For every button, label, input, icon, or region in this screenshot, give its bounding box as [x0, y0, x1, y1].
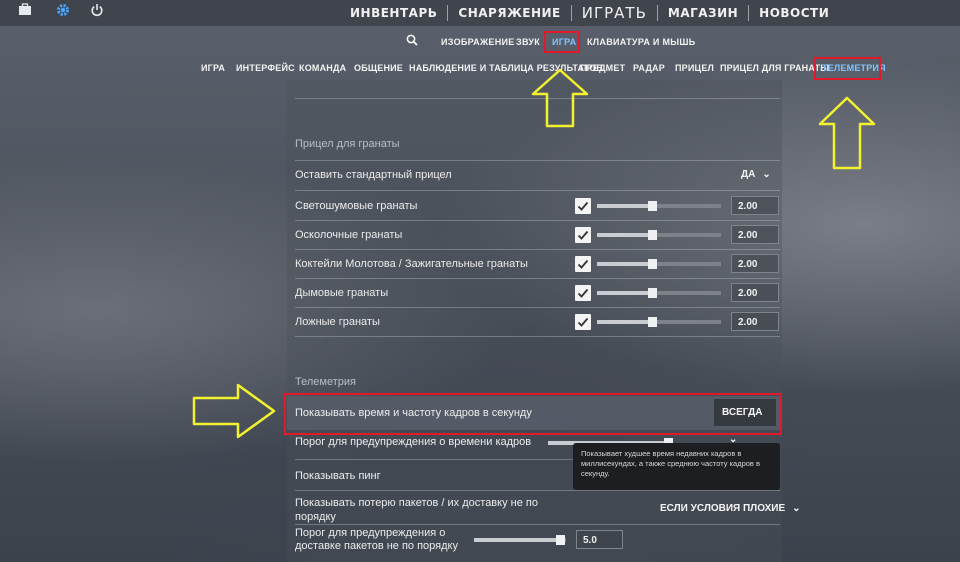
- default-crosshair-dropdown[interactable]: ДА ⌄: [741, 169, 771, 180]
- grenade-row-value[interactable]: 2.00: [731, 254, 779, 273]
- packet-loss-dropdown[interactable]: ЕСЛИ УСЛОВИЯ ПЛОХИЕ ⌄: [660, 503, 801, 514]
- divider: [295, 278, 780, 279]
- divider: [295, 220, 780, 221]
- slider-fill: [597, 204, 648, 208]
- category-interface[interactable]: ИНТЕРФЕЙС: [236, 63, 295, 73]
- slider-thumb[interactable]: [556, 535, 565, 545]
- grenade-row-checkbox[interactable]: [575, 198, 591, 214]
- packet-loss-value: ЕСЛИ УСЛОВИЯ ПЛОХИЕ: [660, 503, 786, 514]
- tab-video[interactable]: ИЗОБРАЖЕНИЕ: [441, 37, 515, 47]
- slider-fill: [474, 538, 562, 542]
- gear-icon[interactable]: [55, 3, 71, 19]
- grenade-row-value[interactable]: 2.00: [731, 196, 779, 215]
- default-crosshair-value: ДА: [741, 169, 756, 180]
- annotation-arrow-right-fps: [192, 383, 276, 439]
- ping-label: Показывать пинг: [295, 470, 381, 482]
- slider-fill: [597, 320, 648, 324]
- category-communication[interactable]: ОБЩЕНИЕ: [354, 63, 403, 73]
- section-title-grenade-crosshair: Прицел для гранаты: [295, 138, 400, 150]
- category-crosshair[interactable]: ПРИЦЕЛ: [675, 63, 714, 73]
- category-radar[interactable]: РАДАР: [633, 63, 665, 73]
- grenade-row-slider[interactable]: [597, 230, 721, 240]
- slider-thumb[interactable]: [648, 288, 657, 298]
- grenade-row-label: Ложные гранаты: [295, 316, 380, 328]
- grenade-row-label: Светошумовые гранаты: [295, 200, 418, 212]
- search-icon[interactable]: [406, 34, 418, 49]
- grenade-row-value[interactable]: 2.00: [731, 312, 779, 331]
- main-nav: ИНВЕНТАРЬ СНАРЯЖЕНИЕ ИГРАТЬ МАГАЗИН НОВО…: [340, 0, 839, 26]
- divider: [295, 336, 780, 337]
- grenade-row-label: Дымовые гранаты: [295, 287, 389, 299]
- chevron-down-icon: ⌄: [792, 503, 801, 514]
- grenade-row-checkbox[interactable]: [575, 314, 591, 330]
- nav-play[interactable]: ИГРАТЬ: [572, 4, 657, 22]
- category-team[interactable]: КОМАНДА: [299, 63, 346, 73]
- checkmark-icon: [577, 201, 589, 211]
- divider: [295, 524, 780, 525]
- settings-tabs: ИЗОБРАЖЕНИЕ ЗВУК ИГРА КЛАВИАТУРА И МЫШЬ: [0, 30, 960, 54]
- tab-audio[interactable]: ЗВУК: [516, 37, 540, 47]
- slider-fill: [597, 262, 648, 266]
- chevron-down-icon: ⌄: [762, 169, 771, 180]
- nav-store[interactable]: МАГАЗИН: [658, 6, 748, 20]
- grenade-row-label: Коктейли Молотова / Зажигательные гранат…: [295, 258, 528, 270]
- annotation-arrow-up-telemetry: [818, 96, 876, 170]
- packet-loss-label: Показывать потерю пакетов / их доставку …: [295, 497, 538, 523]
- slider-thumb[interactable]: [648, 230, 657, 240]
- divider: [295, 190, 780, 191]
- grenade-row-slider[interactable]: [597, 288, 721, 298]
- tooltip: Показывает худшее время недавних кадров …: [573, 443, 780, 490]
- category-game[interactable]: ИГРА: [201, 63, 225, 73]
- highlight-box-telemetry-tab: [814, 57, 881, 80]
- checkmark-icon: [577, 288, 589, 298]
- divider: [295, 490, 780, 491]
- slider-fill: [597, 233, 648, 237]
- checkmark-icon: [577, 317, 589, 327]
- nav-news[interactable]: НОВОСТИ: [749, 6, 839, 20]
- tab-keyboard-mouse[interactable]: КЛАВИАТУРА И МЫШЬ: [587, 37, 696, 47]
- divider: [295, 249, 780, 250]
- slider-thumb[interactable]: [648, 201, 657, 211]
- highlight-box-fps-row: [284, 393, 782, 435]
- checkmark-icon: [577, 259, 589, 269]
- grenade-row-label: Осколочные гранаты: [295, 229, 403, 241]
- grenade-row-value[interactable]: 2.00: [731, 225, 779, 244]
- checkmark-icon: [577, 230, 589, 240]
- grenade-row-checkbox[interactable]: [575, 285, 591, 301]
- category-grenade-crosshair[interactable]: ПРИЦЕЛ ДЛЯ ГРАНАТЫ: [720, 63, 829, 73]
- grenade-row-value[interactable]: 2.00: [731, 283, 779, 302]
- top-bar: ИНВЕНТАРЬ СНАРЯЖЕНИЕ ИГРАТЬ МАГАЗИН НОВО…: [0, 0, 960, 26]
- grenade-row-checkbox[interactable]: [575, 227, 591, 243]
- slider-fill: [597, 291, 648, 295]
- grenade-row-slider[interactable]: [597, 317, 721, 327]
- slider-thumb[interactable]: [648, 317, 657, 327]
- nav-inventory[interactable]: ИНВЕНТАРЬ: [340, 6, 447, 20]
- briefcase-icon[interactable]: [17, 3, 33, 19]
- power-icon[interactable]: [89, 3, 105, 19]
- section-title-telemetry: Телеметрия: [295, 376, 356, 388]
- divider: [295, 160, 780, 161]
- reorder-warning-label: Порог для предупреждения о доставке паке…: [295, 527, 458, 552]
- reorder-warning-value[interactable]: 5.0: [576, 530, 623, 549]
- grenade-row-checkbox[interactable]: [575, 256, 591, 272]
- nav-loadout[interactable]: СНАРЯЖЕНИЕ: [448, 6, 570, 20]
- divider: [295, 307, 780, 308]
- reorder-warning-slider[interactable]: [474, 535, 566, 545]
- default-crosshair-label: Оставить стандартный прицел: [295, 169, 452, 181]
- slider-thumb[interactable]: [648, 259, 657, 269]
- grenade-row-slider[interactable]: [597, 201, 721, 211]
- annotation-arrow-up-game: [531, 68, 589, 128]
- grenade-row-slider[interactable]: [597, 259, 721, 269]
- frametime-warning-label: Порог для предупреждения о времени кадро…: [295, 436, 532, 448]
- highlight-box-game-tab: [544, 31, 580, 53]
